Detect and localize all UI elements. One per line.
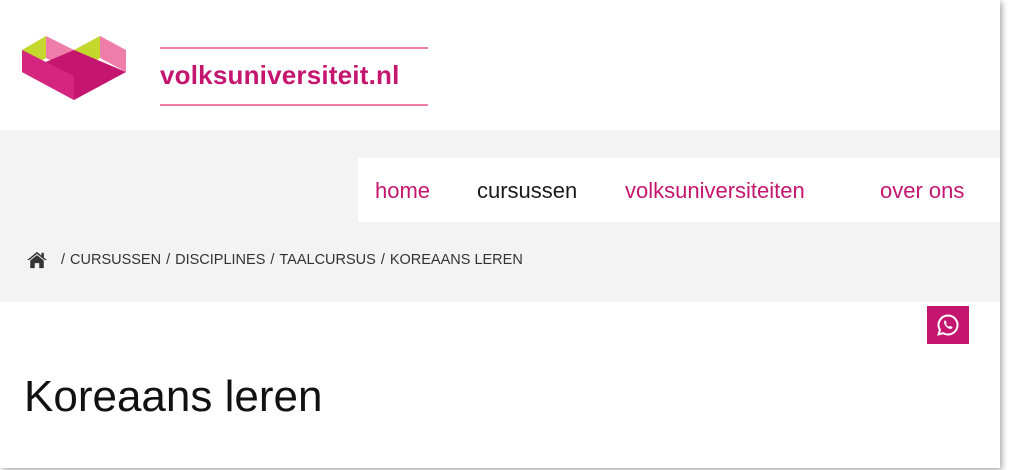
breadcrumb: / CURSUSSEN / DISCIPLINES / TAALCURSUS /… [26,249,523,271]
breadcrumb-separator: / [166,252,171,268]
whatsapp-share-button[interactable] [927,306,969,344]
logo-mark-icon [22,36,126,100]
breadcrumb-item-cursussen[interactable]: CURSUSSEN [70,252,161,268]
breadcrumb-item-disciplines[interactable]: DISCIPLINES [175,252,265,268]
page-frame: volksuniversiteit.nl home cursussen volk… [0,0,1000,468]
brand-name-link[interactable]: volksuniversiteit.nl [160,60,428,91]
breadcrumb-item-current: KOREAANS LEREN [389,252,523,268]
breadcrumb-home-link[interactable] [26,251,56,269]
nav-item-home[interactable]: home [375,178,430,204]
breadcrumb-separator: / [270,252,275,268]
breadcrumb-item-taalcursus[interactable]: TAALCURSUS [279,252,375,268]
nav-item-volksuniversiteiten[interactable]: volksuniversiteiten [625,178,805,204]
main-nav: home cursussen volksuniversiteiten over … [358,158,1000,222]
nav-item-cursussen[interactable]: cursussen [477,178,577,204]
whatsapp-icon [937,314,959,336]
page-title: Koreaans leren [24,372,323,421]
home-icon [27,251,47,269]
brand-underline-top [160,47,428,49]
breadcrumb-separator: / [380,252,385,268]
breadcrumb-separator: / [61,252,66,268]
nav-item-over-ons[interactable]: over ons [880,178,964,204]
brand-underline-bottom [160,104,428,106]
